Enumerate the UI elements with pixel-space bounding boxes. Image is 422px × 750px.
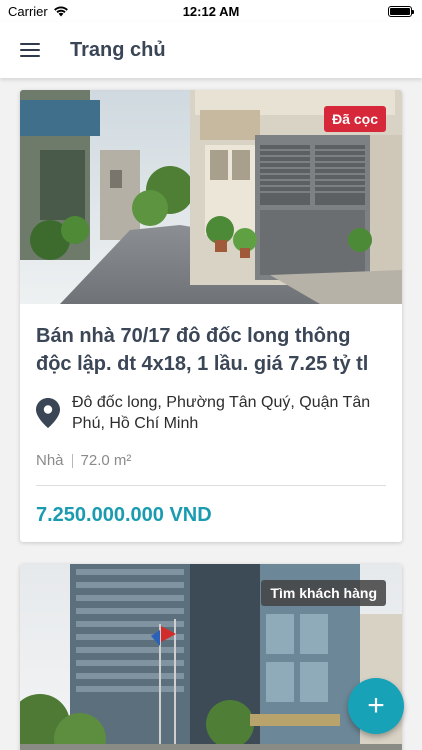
add-listing-button[interactable]: + bbox=[348, 678, 404, 734]
page-title: Trang chủ bbox=[70, 38, 166, 61]
carrier-label: Carrier bbox=[8, 3, 48, 19]
status-bar: Carrier 12:12 AM bbox=[0, 0, 422, 22]
status-left: Carrier bbox=[8, 4, 69, 19]
listing-meta: Nhà 72.0 m² bbox=[36, 452, 386, 469]
menu-button[interactable] bbox=[0, 22, 60, 78]
listing-photo[interactable]: Tìm khách hàng bbox=[20, 564, 402, 750]
location-pin-icon bbox=[36, 398, 60, 428]
meta-divider bbox=[71, 453, 73, 468]
listing-address: Đô đốc long, Phường Tân Quý, Quận Tân Ph… bbox=[72, 394, 371, 432]
address-row: Đô đốc long, Phường Tân Quý, Quận Tân Ph… bbox=[36, 392, 386, 434]
property-type: Nhà bbox=[36, 452, 64, 469]
listing-photo[interactable]: Đã cọc bbox=[20, 90, 402, 304]
wifi-icon bbox=[53, 6, 68, 17]
divider bbox=[36, 485, 386, 486]
listing-title[interactable]: Bán nhà 70/17 đô đốc long thông độc lập.… bbox=[36, 322, 386, 378]
listing-card[interactable]: Tìm khách hàng bbox=[20, 564, 402, 750]
listing-card[interactable]: Đã cọc Bán nhà 70/17 đô đốc long thông đ… bbox=[20, 90, 402, 542]
status-badge: Đã cọc bbox=[324, 106, 386, 132]
plus-icon: + bbox=[367, 689, 385, 722]
property-area: 72.0 m² bbox=[80, 452, 132, 469]
app-bar: Trang chủ bbox=[0, 22, 422, 78]
battery-icon bbox=[388, 5, 414, 17]
listing-feed[interactable]: Đã cọc Bán nhà 70/17 đô đốc long thông đ… bbox=[0, 78, 422, 750]
listing-card-body: Bán nhà 70/17 đô đốc long thông độc lập.… bbox=[20, 304, 402, 527]
hamburger-menu-icon bbox=[20, 43, 40, 57]
status-badge: Tìm khách hàng bbox=[261, 580, 386, 606]
listing-price: 7.250.000.000 VND bbox=[36, 504, 212, 526]
